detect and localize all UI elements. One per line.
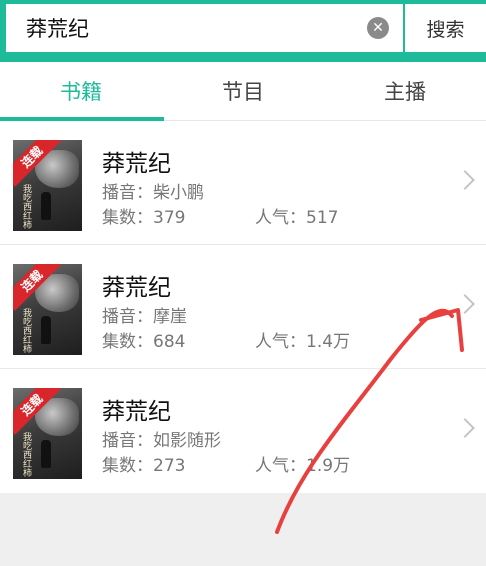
book-title: 莽荒纪 (102, 275, 171, 301)
anchor-info: 播音：摩崖 (102, 302, 187, 327)
cover-author-text: 我吃西红柿 (21, 308, 31, 353)
search-bar: ✕ 搜索 (0, 0, 486, 62)
list-item[interactable]: 连载 我吃西红柿 莽荒纪 播音：摩崖 集数：684 人气：1.4万 (0, 245, 486, 369)
popularity-label: 人气： (255, 208, 306, 228)
anchor-name: 如影随形 (153, 431, 221, 451)
cover-figure (41, 440, 51, 468)
tab-programs[interactable]: 节目 (162, 62, 324, 120)
search-button[interactable]: 搜索 (405, 4, 486, 52)
popularity-value: 517 (306, 208, 339, 228)
tab-anchors[interactable]: 主播 (324, 62, 486, 120)
cover-figure (41, 316, 51, 344)
search-input[interactable] (24, 15, 348, 41)
book-cover: 连载 我吃西红柿 (13, 264, 82, 355)
popularity-value: 1.9万 (306, 456, 351, 476)
clear-icon[interactable]: ✕ (367, 17, 389, 39)
tab-bar: 书籍 节目 主播 (0, 62, 486, 121)
cover-figure (41, 192, 51, 220)
list-item[interactable]: 连载 我吃西红柿 莽荒纪 播音：如影随形 集数：273 人气：1.9万 (0, 369, 486, 493)
episode-count: 集数：273 (102, 451, 185, 476)
popularity: 人气：1.4万 (255, 327, 350, 352)
episodes-label: 集数： (102, 332, 153, 352)
anchor-label: 播音： (102, 183, 153, 203)
popularity-label: 人气： (255, 456, 306, 476)
popularity: 人气：1.9万 (255, 451, 350, 476)
book-cover: 连载 我吃西红柿 (13, 140, 82, 231)
result-list: 连载 我吃西红柿 莽荒纪 播音：柴小鹏 集数：379 人气：517 连载 我吃西… (0, 121, 486, 493)
episodes-value: 273 (153, 456, 186, 476)
anchor-name: 柴小鹏 (153, 183, 204, 203)
popularity-label: 人气： (255, 332, 306, 352)
chevron-right-icon (455, 170, 475, 190)
anchor-label: 播音： (102, 307, 153, 327)
episode-count: 集数：684 (102, 327, 185, 352)
book-title: 莽荒纪 (102, 151, 171, 177)
chevron-right-icon (455, 418, 475, 438)
anchor-info: 播音：柴小鹏 (102, 178, 204, 203)
book-title: 莽荒纪 (102, 399, 171, 425)
anchor-label: 播音： (102, 431, 153, 451)
cover-author-text: 我吃西红柿 (21, 432, 31, 477)
cover-author-text: 我吃西红柿 (21, 184, 31, 229)
episodes-value: 379 (153, 208, 186, 228)
book-cover: 连载 我吃西红柿 (13, 388, 82, 479)
popularity-value: 1.4万 (306, 332, 351, 352)
popularity: 人气：517 (255, 203, 338, 228)
episodes-label: 集数： (102, 208, 153, 228)
episode-count: 集数：379 (102, 203, 185, 228)
tab-books[interactable]: 书籍 (0, 62, 162, 120)
episodes-label: 集数： (102, 456, 153, 476)
anchor-info: 播音：如影随形 (102, 426, 221, 451)
anchor-name: 摩崖 (153, 307, 187, 327)
list-item[interactable]: 连载 我吃西红柿 莽荒纪 播音：柴小鹏 集数：379 人气：517 (0, 121, 486, 245)
chevron-right-icon (455, 294, 475, 314)
episodes-value: 684 (153, 332, 186, 352)
search-box[interactable]: ✕ (6, 4, 403, 52)
